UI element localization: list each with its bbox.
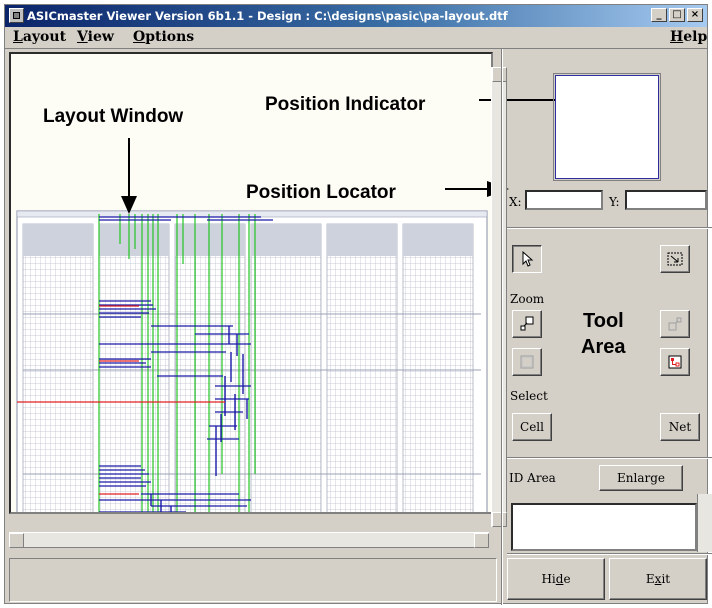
zoom-in-icon	[520, 316, 534, 331]
hide-label-accel: d	[555, 572, 564, 586]
exit-label-post: it	[661, 572, 671, 586]
minimize-button[interactable]: _	[651, 8, 667, 22]
menu-layout[interactable]: Layout	[13, 29, 66, 45]
enlarge-button[interactable]: Enlarge	[599, 465, 683, 491]
menu-layout-label: ayout	[22, 29, 67, 45]
zoom-label: Zoom	[510, 292, 545, 306]
tool-area-label-1: Tool	[583, 310, 624, 332]
menu-options[interactable]: Options	[133, 29, 194, 45]
maximize-button[interactable]: □	[669, 8, 685, 22]
select-label: Select	[510, 389, 548, 403]
y-coordinate-field[interactable]	[625, 190, 707, 210]
exit-label-accel: x	[654, 572, 662, 586]
annotation-position-locator: Position Locator	[246, 182, 396, 203]
zoom-in-button[interactable]	[512, 310, 542, 338]
window-controls: _ □ ×	[649, 8, 703, 22]
exit-button[interactable]: Ex it	[609, 558, 707, 600]
x-coordinate-field[interactable]	[525, 190, 603, 210]
panel-divider	[501, 49, 503, 605]
zoom-out-button[interactable]	[660, 310, 690, 338]
zoom-box-button[interactable]	[660, 245, 690, 273]
menu-bar: Layout View Options Help	[5, 27, 707, 49]
select-net-button[interactable]: Net	[660, 413, 700, 441]
position-indicator[interactable]	[553, 73, 661, 181]
io-ring-top	[16, 210, 488, 218]
separator-footer	[507, 553, 712, 555]
menu-help[interactable]: Help	[670, 29, 707, 45]
y-label: Y:	[609, 195, 620, 209]
annotation-layout-window: Layout Window	[43, 106, 184, 127]
title-bar[interactable]: ASICmaster Viewer Version 6b1.1 - Design…	[5, 5, 707, 27]
id-area-label: ID Area	[509, 471, 556, 485]
zoom-select-icon	[668, 355, 682, 369]
hide-label-post: e	[563, 572, 571, 586]
app-window: ASICmaster Viewer Version 6b1.1 - Design…	[4, 4, 712, 605]
separator-locator	[507, 227, 712, 229]
pointer-arrow-icon	[522, 251, 534, 267]
zoom-box-icon	[667, 252, 683, 266]
layout-vertical-scrollbar[interactable]	[491, 67, 507, 527]
app-icon[interactable]	[9, 8, 24, 23]
id-area-scrollbar[interactable]	[697, 494, 712, 552]
status-bar	[9, 558, 497, 602]
menu-help-accel: H	[670, 29, 684, 45]
x-label: X:	[509, 195, 522, 209]
zoom-fit-icon	[520, 355, 534, 369]
pointer-tool-button[interactable]	[512, 245, 542, 273]
annotation-position-indicator: Position Indicator	[265, 94, 426, 115]
menu-view-accel: V	[77, 29, 88, 45]
scroll-down-arrow[interactable]	[492, 512, 507, 527]
separator-tools	[507, 457, 712, 459]
id-area-text[interactable]	[511, 503, 697, 551]
menu-view[interactable]: View	[77, 29, 114, 45]
menu-help-label: elp	[683, 29, 708, 45]
layout-window[interactable]: Layout Window Position Indicator Positio…	[9, 52, 493, 514]
zoom-fit-button[interactable]	[512, 348, 542, 376]
exit-label-pre: E	[645, 572, 655, 586]
tool-area-label-2: Area	[581, 336, 626, 358]
annotation-arrow-layout	[121, 138, 137, 214]
menu-layout-accel: L	[13, 29, 23, 45]
menu-options-accel: O	[133, 29, 146, 45]
scroll-right-arrow[interactable]	[474, 533, 489, 548]
layout-horizontal-scrollbar[interactable]	[9, 532, 489, 548]
hide-button[interactable]: Hi d e	[507, 558, 605, 600]
zoom-out-icon	[668, 317, 682, 331]
menu-options-label: ptions	[145, 29, 195, 45]
window-title: ASICmaster Viewer Version 6b1.1 - Design…	[27, 9, 508, 23]
select-cell-button[interactable]: Cell	[512, 413, 552, 441]
scroll-up-arrow[interactable]	[492, 67, 507, 82]
hide-label-pre: Hi	[541, 572, 556, 586]
menu-view-label: iew	[87, 29, 114, 45]
close-button[interactable]: ×	[687, 8, 703, 22]
zoom-select-button[interactable]	[660, 348, 690, 376]
scroll-left-arrow[interactable]	[9, 533, 24, 548]
